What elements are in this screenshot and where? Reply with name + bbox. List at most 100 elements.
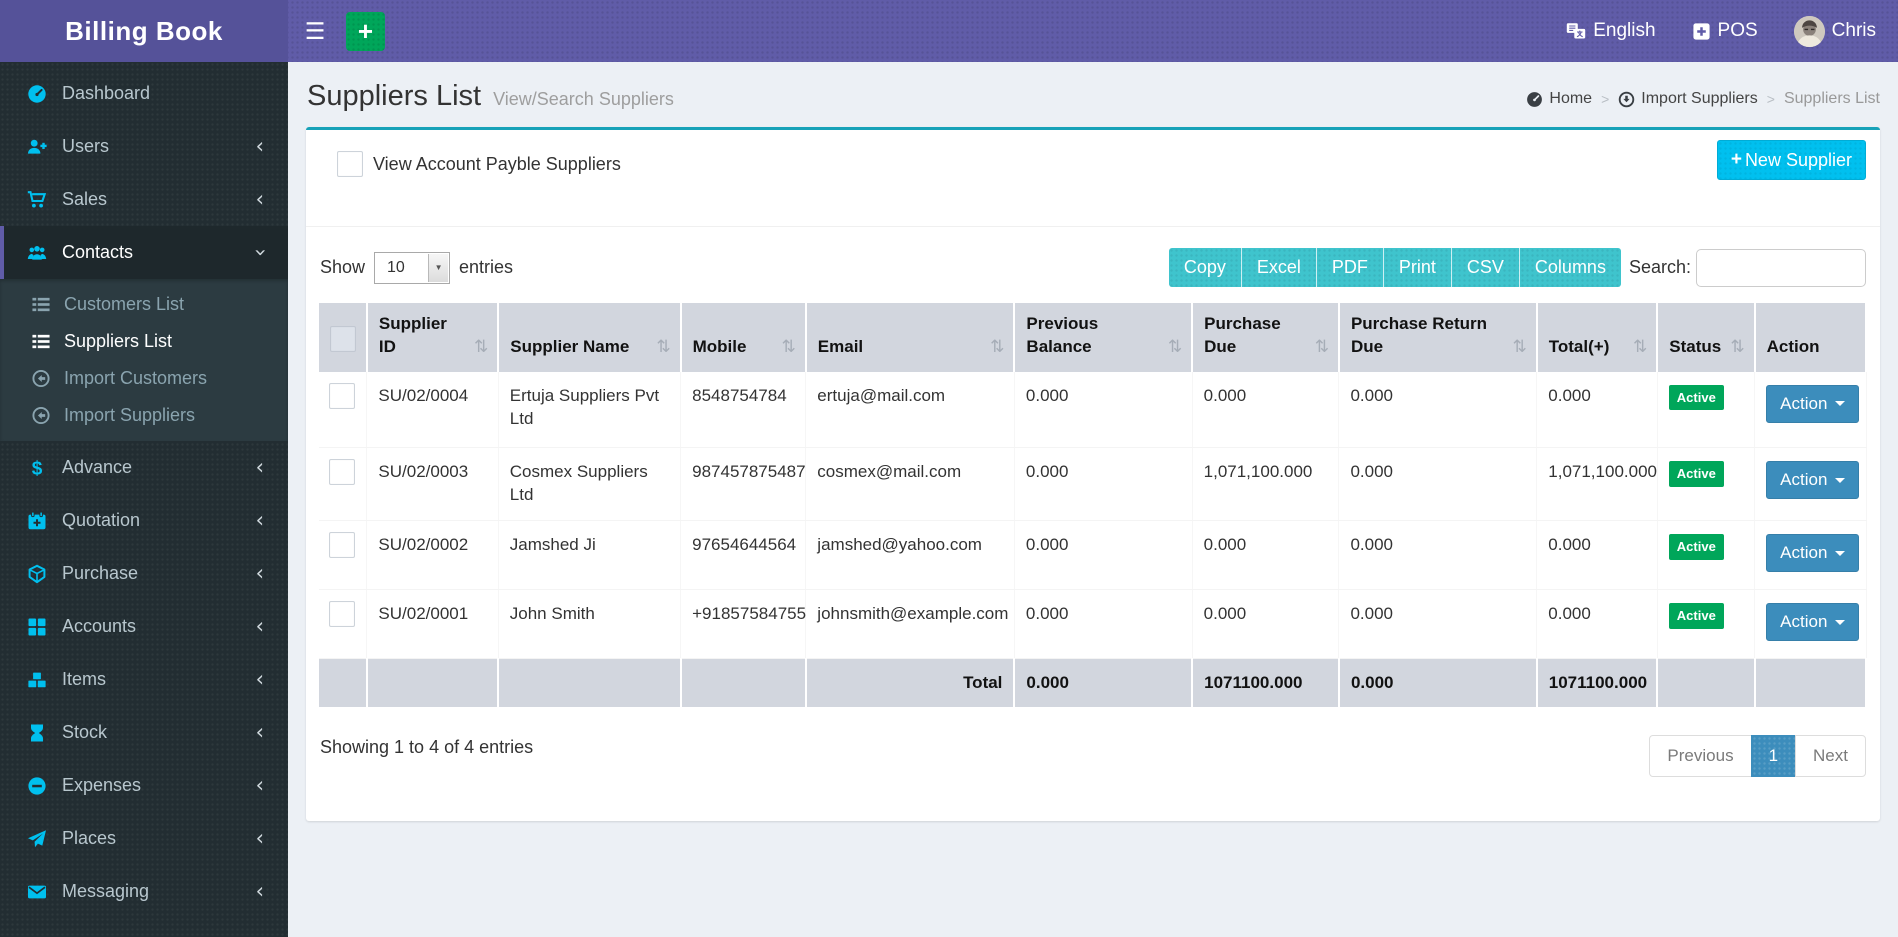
status-badge: Active [1668,534,1724,560]
user-menu[interactable]: Chris [1793,15,1876,47]
pagination-page-1[interactable]: 1 [1750,734,1797,777]
sidebar-toggle-button[interactable]: ☰ [288,0,342,62]
table-info: Showing 1 to 4 of 4 entries [320,736,534,757]
topbar: Billing Book ☰ + English POS Chris [0,0,1898,62]
sidebar-item-label: Items [62,669,107,689]
sidebar-item-label: Users [62,136,110,156]
page-length-select[interactable]: 10 ▼ [374,251,451,284]
suppliers-table: Supplier ID ⇅ Supplier Name ⇅ Mobile ⇅ Emai… [319,303,1868,707]
row-checkbox[interactable] [329,601,355,628]
payble-filter-checkbox[interactable] [337,151,363,177]
action-dropdown-button[interactable]: Action [1766,603,1860,642]
sidebar-item-label: Messaging [62,881,150,901]
header-status[interactable]: Status ⇅ [1657,303,1756,372]
pos-button[interactable]: POS [1692,20,1758,42]
sidebar-item-expenses[interactable]: Expenses ‹ [0,759,288,812]
excel-button[interactable]: Excel [1241,248,1317,287]
pdf-button[interactable]: PDF [1316,248,1384,287]
sidebar-item-dashboard[interactable]: Dashboard [0,67,288,120]
sort-icon: ⇅ [781,336,796,357]
sort-icon: ⇅ [1167,336,1183,357]
submenu-item-label: Suppliers List [64,331,173,351]
brand-logo[interactable]: Billing Book [0,0,288,62]
sidebar-item-advance[interactable]: $ Advance ‹ [0,441,288,494]
total-purchase-return-due: 0.000 [1338,658,1538,707]
cell-previous-balance: 0.000 [1014,447,1193,522]
caret-down-icon [1835,619,1846,630]
submenu-item-import-suppliers[interactable]: Import Suppliers [0,397,288,434]
chevron-left-icon: ‹ [255,614,264,638]
breadcrumb-current: Suppliers List [1783,90,1880,107]
row-checkbox[interactable] [329,459,355,486]
cart-icon [25,190,49,210]
breadcrumb-home[interactable]: Home [1526,90,1592,108]
row-checkbox[interactable] [329,532,355,559]
status-badge: Active [1668,461,1724,487]
sidebar-item-label: Stock [62,722,108,742]
select-all-header [319,303,368,372]
sidebar-item-places[interactable]: Places ‹ [0,812,288,865]
payble-filter-label: View Account Payble Suppliers [373,154,621,174]
header-purchase-due[interactable]: Purchase Due ⇅ [1192,303,1340,372]
sidebar-item-accounts[interactable]: Accounts ‹ [0,600,288,653]
sidebar-item-stock[interactable]: Stock ‹ [0,706,288,759]
status-badge: Active [1668,384,1724,411]
language-menu[interactable]: English [1566,20,1656,42]
send-icon [25,829,49,849]
header-supplier-name[interactable]: Supplier Name ⇅ [498,303,682,372]
header-email[interactable]: Email ⇅ [805,303,1016,372]
sort-icon: ⇅ [1633,336,1648,357]
language-label: English [1593,20,1656,41]
print-button[interactable]: Print [1383,248,1452,287]
header-total[interactable]: Total(+) ⇅ [1536,303,1659,372]
row-checkbox[interactable] [329,382,355,409]
csv-button[interactable]: CSV [1451,248,1520,287]
quick-add-button[interactable]: + [346,11,385,51]
sidebar-item-messaging[interactable]: Messaging ‹ [0,865,288,918]
search-input[interactable] [1696,248,1866,287]
select-all-checkbox[interactable] [330,325,356,352]
sidebar-item-items[interactable]: Items ‹ [0,653,288,706]
sidebar-item-purchase[interactable]: Purchase ‹ [0,547,288,600]
new-supplier-button[interactable]: + New Supplier [1716,140,1866,180]
total-total: 1071100.000 [1536,658,1659,707]
submenu-item-customers-list[interactable]: Customers List [0,286,288,323]
contacts-submenu: Customers List Suppliers List Import Cus… [0,279,288,441]
cell-supplier-name: Cosmex Suppliers Ltd [498,447,682,522]
plus-icon: + [1730,149,1742,170]
submenu-item-import-customers[interactable]: Import Customers [0,360,288,397]
header-previous-balance[interactable]: Previous Balance ⇅ [1014,303,1194,372]
table-row: SU/02/0003 Cosmex Suppliers Ltd 98745787… [319,447,1867,522]
suppliers-card: View Account Payble Suppliers + New Suppl… [306,127,1880,821]
sidebar-item-users[interactable]: Users ‹ [0,120,288,173]
action-dropdown-button[interactable]: Action [1766,461,1860,500]
action-dropdown-button[interactable]: Action [1766,384,1860,423]
cell-supplier-name: John Smith [498,589,682,660]
columns-button[interactable]: Columns [1519,248,1621,287]
breadcrumb-separator: > [1601,91,1610,107]
navbar-right: English POS Chris [1566,15,1876,47]
caret-down-icon [1835,550,1846,561]
sidebar-item-label: Expenses [62,775,142,795]
dollar-icon: $ [25,458,49,478]
pagination-previous[interactable]: Previous [1649,734,1752,777]
header-mobile[interactable]: Mobile ⇅ [680,303,807,372]
submenu-item-suppliers-list[interactable]: Suppliers List [0,323,288,360]
copy-button[interactable]: Copy [1168,248,1242,287]
content-area: Suppliers List View/Search Suppliers Home… [288,62,1898,937]
sidebar: Dashboard Users ‹ Sales ‹ Contacts ‹ Cus… [0,62,288,937]
submenu-item-label: Import Customers [64,368,208,388]
sidebar-item-quotation[interactable]: Quotation ‹ [0,494,288,547]
cell-total: 0.000 [1536,371,1658,449]
show-label: Show [320,257,366,277]
sidebar-item-sales[interactable]: Sales ‹ [0,173,288,226]
header-purchase-return-due[interactable]: Purchase Return Due ⇅ [1338,303,1538,372]
table-total-row: Total 0.000 1071100.000 0.000 1071100.00… [319,658,1868,707]
status-badge: Active [1668,603,1724,629]
header-supplier-id[interactable]: Supplier ID ⇅ [366,303,500,372]
pagination-next[interactable]: Next [1795,734,1866,777]
user-plus-icon [25,137,49,157]
action-dropdown-button[interactable]: Action [1766,534,1860,573]
breadcrumb-import-suppliers[interactable]: Import Suppliers [1618,90,1758,108]
sidebar-item-contacts[interactable]: Contacts ‹ [0,226,288,279]
